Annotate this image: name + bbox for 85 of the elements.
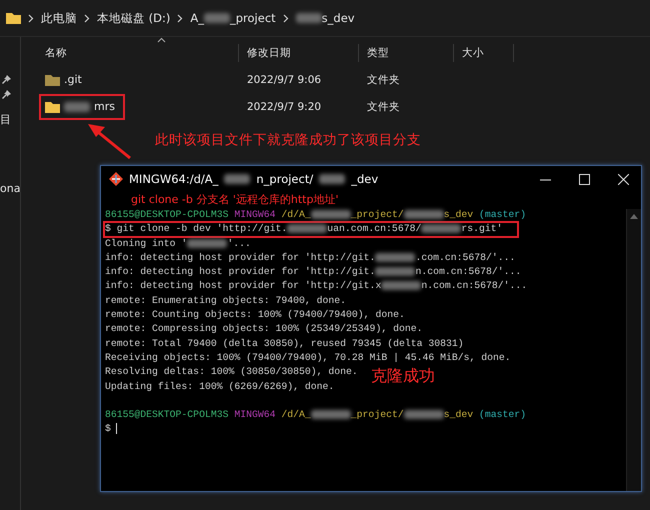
text-cursor: [116, 423, 117, 434]
terminal-line: Resolving deltas: 100% (30850/30850), done.: [105, 366, 358, 378]
terminal-line: _project/: [350, 209, 404, 220]
terminal-line: /d/A_: [280, 209, 311, 220]
scroll-up-icon[interactable]: [630, 213, 638, 219]
terminal-line: MINGW64: [233, 409, 276, 420]
terminal-line: _project/: [350, 409, 404, 420]
pin-icon: [2, 75, 11, 84]
folder-icon: [6, 12, 21, 24]
terminal-line: s_dev: [444, 409, 474, 420]
terminal-line: Cloning into ': [105, 238, 188, 249]
type-cell-text: 文件夹: [366, 100, 401, 114]
terminal-line: (master): [478, 209, 526, 220]
redaction-blur: [287, 224, 328, 234]
redaction-blur: [64, 102, 90, 112]
close-icon[interactable]: [618, 174, 629, 184]
terminal-line: remote: Enumerating objects: 79400, done.: [105, 294, 346, 306]
sidebar-item[interactable]: 目: [0, 109, 11, 129]
terminal-line: Updating files: 100% (6269/6269), done.: [105, 380, 334, 392]
redaction-blur: [319, 174, 346, 184]
terminal-line: '...: [227, 238, 251, 249]
column-header[interactable]: 大小: [454, 44, 514, 62]
annotation-text: git clone -b 分支名 '远程仓库的http地址': [130, 192, 340, 208]
column-header[interactable]: 类型: [359, 44, 454, 62]
redaction-blur: [187, 238, 228, 248]
redaction-blur: [296, 13, 322, 23]
terminal-line: info: detecting host provider for 'http://git.: [105, 266, 376, 278]
window-title: MINGW64:/d/A_: [129, 172, 218, 186]
terminal-line: n.com.cn:5678/'...: [415, 266, 522, 278]
redaction-blur: [310, 410, 351, 420]
breadcrumb-item: A_: [190, 11, 204, 25]
chevron-icon: [177, 14, 184, 22]
file-name-text: .git: [64, 73, 82, 86]
terminal-line: (master): [478, 409, 526, 420]
breadcrumb-item: _project: [230, 11, 276, 25]
terminal-line: 86155@DESKTOP-CPOLM3S: [105, 209, 228, 220]
type-cell-text: 文件夹: [366, 72, 401, 88]
redaction-blur: [224, 174, 250, 184]
date-cell-text: 2022/9/7 9:20: [246, 100, 322, 114]
sidebar-item[interactable]: ona: [0, 179, 20, 199]
terminal-line: uan.com.cn:5678/: [327, 223, 422, 234]
terminal-line: MINGW64: [233, 209, 276, 220]
terminal-line: rs.git': [461, 223, 502, 234]
sort-caret-icon: [157, 37, 166, 43]
scrollbar[interactable]: [626, 209, 641, 491]
annotation-text: 此时该项目文件下就克隆成功了该项目分支: [155, 131, 421, 149]
terminal-line: 86155@DESKTOP-CPOLM3S: [105, 409, 228, 420]
git-logo-icon: [109, 172, 123, 186]
maximize-icon[interactable]: [579, 174, 590, 184]
redaction-blur: [404, 410, 444, 420]
terminal-line: info: detecting host provider for 'http://git.: [105, 252, 376, 263]
window-title: _dev: [351, 172, 378, 186]
annotation-text: 克隆成功: [371, 370, 435, 382]
redaction-blur: [375, 252, 416, 262]
terminal-line: .com.cn:5678/'...: [415, 252, 516, 263]
date-cell-text: 2022/9/7 9:06: [246, 72, 322, 88]
breadcrumb-item: s_dev: [322, 11, 355, 25]
terminal-line: n.com.cn:5678/'...: [421, 280, 528, 292]
column-header[interactable]: 修改日期: [239, 44, 359, 62]
file-name-text: mrs: [94, 100, 115, 113]
file-name[interactable]: .git: [39, 66, 92, 92]
terminal-line: remote: Total 79400 (delta 30850), reused 79345 (delta 30831): [105, 338, 464, 349]
redaction-blur: [404, 210, 444, 219]
redaction-blur: [381, 281, 422, 290]
chevron-icon: [28, 14, 34, 22]
terminal-line: remote: Compressing objects: 100% (25349/25349), done.: [105, 323, 422, 334]
redaction-blur: [204, 13, 230, 23]
redaction-blur: [375, 267, 416, 276]
breadcrumb-item: 此电脑: [41, 10, 77, 26]
redaction-blur: [421, 224, 462, 234]
window-title: n_project/: [256, 172, 314, 186]
terminal-line: $ git clone -b dev 'http://git.: [105, 223, 288, 234]
terminal-line: $: [105, 424, 111, 435]
column-header[interactable]: 名称: [39, 44, 239, 62]
terminal-line: s_dev: [444, 209, 474, 220]
terminal-line: remote: Counting objects: 100% (79400/79400), done.: [105, 309, 405, 320]
terminal-line: info: detecting host provider for 'http://git.x: [105, 280, 382, 292]
chevron-icon: [282, 14, 289, 22]
terminal-line: /d/A_: [280, 409, 311, 420]
pin-icon: [2, 90, 11, 99]
file-name[interactable]: mrs: [39, 94, 125, 120]
redaction-blur: [310, 210, 351, 219]
breadcrumb-item: 本地磁盘 (D:): [97, 10, 170, 26]
chevron-icon: [84, 14, 90, 22]
terminal-line: Receiving objects: 100% (79400/79400), 70.28 MiB | 45.46 MiB/s, done.: [105, 352, 511, 363]
